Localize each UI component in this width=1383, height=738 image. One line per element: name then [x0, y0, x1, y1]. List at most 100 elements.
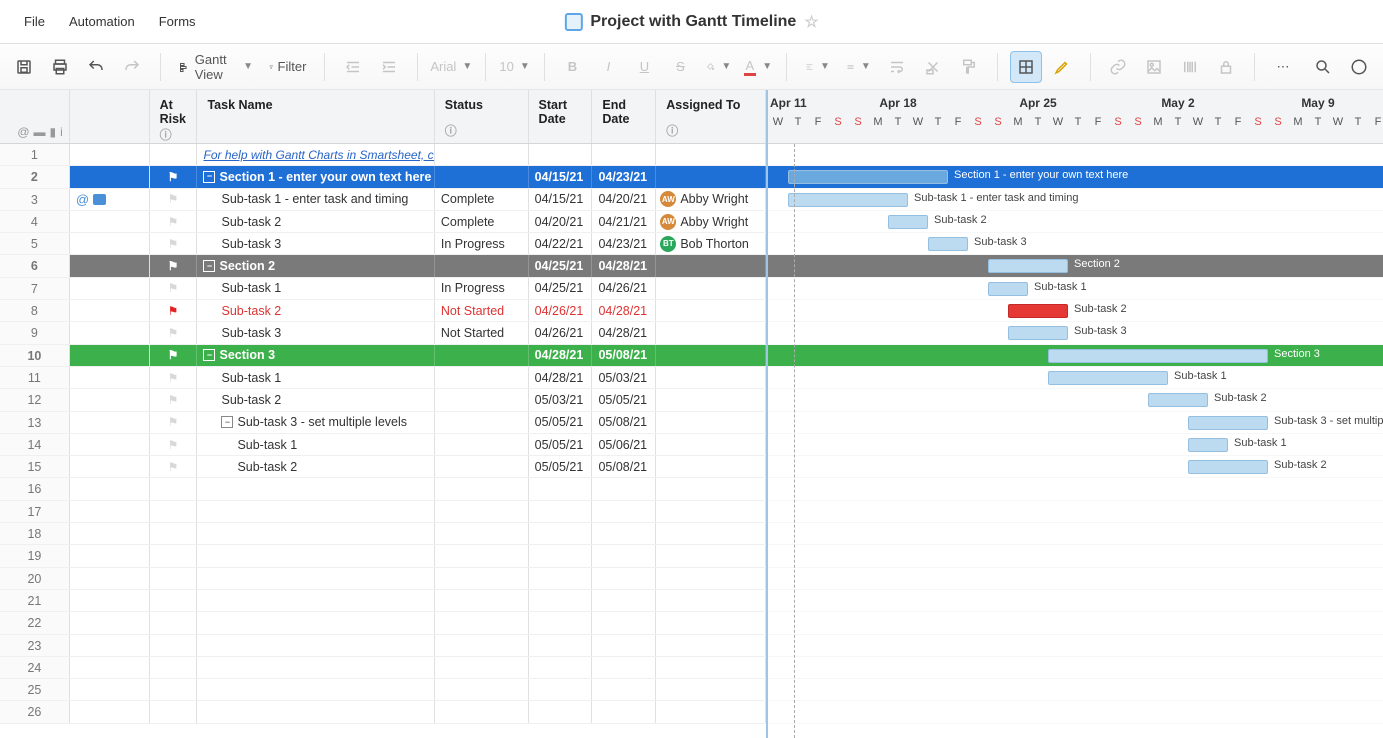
help-link[interactable]: For help with Gantt Charts in Smartsheet…	[203, 148, 434, 162]
flag-icon[interactable]: ⚑	[168, 394, 179, 406]
end-date-cell[interactable]	[592, 568, 656, 589]
start-date-cell[interactable]: 04/28/21	[529, 345, 593, 366]
gantt-row[interactable]	[768, 657, 1383, 679]
start-date-cell[interactable]: 04/26/21	[529, 322, 593, 343]
lock-column-icon[interactable]	[1210, 51, 1242, 83]
borders-icon[interactable]	[1010, 51, 1042, 83]
table-row[interactable]: 4⚑Sub-task 2Complete04/20/2104/21/21AWAb…	[0, 211, 766, 233]
atrisk-cell[interactable]	[150, 635, 198, 656]
start-date-cell[interactable]	[529, 635, 593, 656]
gantt-row[interactable]	[768, 590, 1383, 612]
table-row[interactable]: 23	[0, 635, 766, 657]
task-cell[interactable]	[197, 635, 434, 656]
fill-color-icon[interactable]: ▼	[700, 51, 737, 83]
undo-icon[interactable]	[80, 51, 112, 83]
assigned-cell[interactable]	[656, 367, 766, 388]
start-date-cell[interactable]: 05/03/21	[529, 389, 593, 410]
end-date-cell[interactable]: 04/26/21	[592, 278, 656, 299]
task-cell[interactable]: −Section 1 - enter your own text here	[197, 166, 434, 187]
bold-icon[interactable]: B	[556, 51, 588, 83]
start-date-cell[interactable]	[529, 478, 593, 499]
gantt-bar[interactable]	[1008, 326, 1068, 340]
row-number[interactable]: 3	[0, 189, 70, 210]
end-date-cell[interactable]: 05/08/21	[592, 345, 656, 366]
assigned-cell[interactable]	[656, 322, 766, 343]
link-icon[interactable]	[1102, 51, 1134, 83]
assigned-cell[interactable]	[656, 144, 766, 165]
task-cell[interactable]	[197, 568, 434, 589]
row-number[interactable]: 7	[0, 278, 70, 299]
assigned-cell[interactable]	[656, 300, 766, 321]
barcode-icon[interactable]	[1174, 51, 1206, 83]
status-cell[interactable]	[435, 568, 529, 589]
assigned-cell[interactable]	[656, 255, 766, 276]
gantt-bar[interactable]	[928, 237, 968, 251]
task-cell[interactable]: −Section 2	[197, 255, 434, 276]
grid-body[interactable]: 1For help with Gantt Charts in Smartshee…	[0, 144, 766, 738]
gantt-row[interactable]: Sub-task 1	[768, 278, 1383, 300]
row-number[interactable]: 13	[0, 412, 70, 433]
atrisk-cell[interactable]: ⚑	[150, 412, 198, 433]
gantt-bar[interactable]	[788, 170, 948, 184]
start-date-cell[interactable]: 04/22/21	[529, 233, 593, 254]
status-cell[interactable]	[435, 523, 529, 544]
wrap-icon[interactable]	[881, 51, 913, 83]
underline-icon[interactable]: U	[628, 51, 660, 83]
task-cell[interactable]: Sub-task 2	[197, 211, 434, 232]
atrisk-cell[interactable]: ⚑	[150, 367, 198, 388]
section-row[interactable]: 10⚑−Section 304/28/2105/08/21	[0, 345, 766, 367]
redo-icon[interactable]	[116, 51, 148, 83]
favorite-star-icon[interactable]: ☆	[804, 12, 818, 32]
status-cell[interactable]	[435, 412, 529, 433]
table-row[interactable]: 16	[0, 478, 766, 500]
end-date-cell[interactable]: 04/20/21	[592, 189, 656, 210]
row-number[interactable]: 14	[0, 434, 70, 455]
row-number[interactable]: 23	[0, 635, 70, 656]
assigned-cell[interactable]	[656, 701, 766, 722]
atrisk-cell[interactable]	[150, 144, 198, 165]
gantt-row[interactable]	[768, 635, 1383, 657]
start-date-cell[interactable]: 04/20/21	[529, 211, 593, 232]
status-cell[interactable]: In Progress	[435, 278, 529, 299]
collapse-icon[interactable]: −	[203, 171, 215, 183]
assigned-cell[interactable]: AWAbby Wright	[656, 189, 766, 210]
row-number[interactable]: 10	[0, 345, 70, 366]
gantt-bar[interactable]	[888, 215, 928, 229]
end-date-cell[interactable]	[592, 657, 656, 678]
assigned-cell[interactable]	[656, 679, 766, 700]
atrisk-cell[interactable]: ⚑	[150, 300, 198, 321]
table-row[interactable]: 26	[0, 701, 766, 723]
gantt-bar[interactable]	[1188, 416, 1268, 430]
gantt-bar[interactable]	[988, 282, 1028, 296]
table-row[interactable]: 18	[0, 523, 766, 545]
status-cell[interactable]: Not Started	[435, 300, 529, 321]
flag-icon[interactable]: ⚑	[168, 216, 179, 228]
atrisk-cell[interactable]	[150, 612, 198, 633]
atrisk-cell[interactable]: ⚑	[150, 345, 198, 366]
atrisk-cell[interactable]	[150, 701, 198, 722]
gantt-row[interactable]	[768, 568, 1383, 590]
status-cell[interactable]	[435, 635, 529, 656]
row-number[interactable]: 9	[0, 322, 70, 343]
gantt-row[interactable]	[768, 545, 1383, 567]
end-date-cell[interactable]: 04/28/21	[592, 255, 656, 276]
table-row[interactable]: 9⚑Sub-task 3Not Started04/26/2104/28/21	[0, 322, 766, 344]
status-cell[interactable]	[435, 501, 529, 522]
start-date-cell[interactable]: 04/26/21	[529, 300, 593, 321]
row-number[interactable]: 16	[0, 478, 70, 499]
collapse-icon[interactable]: −	[203, 349, 215, 361]
outdent-icon[interactable]	[337, 51, 369, 83]
atrisk-cell[interactable]: ⚑	[150, 278, 198, 299]
assigned-cell[interactable]	[656, 545, 766, 566]
atrisk-cell[interactable]: ⚑	[150, 166, 198, 187]
end-date-cell[interactable]	[592, 635, 656, 656]
start-date-cell[interactable]	[529, 545, 593, 566]
flag-icon[interactable]: ⚑	[168, 416, 179, 428]
col-header-assigned[interactable]: Assigned To ⓘ	[656, 90, 766, 143]
table-row[interactable]: 19	[0, 545, 766, 567]
row-number[interactable]: 12	[0, 389, 70, 410]
end-date-cell[interactable]	[592, 501, 656, 522]
align-icon[interactable]: ▼	[799, 51, 836, 83]
table-row[interactable]: 1For help with Gantt Charts in Smartshee…	[0, 144, 766, 166]
table-row[interactable]: 5⚑Sub-task 3In Progress04/22/2104/23/21B…	[0, 233, 766, 255]
